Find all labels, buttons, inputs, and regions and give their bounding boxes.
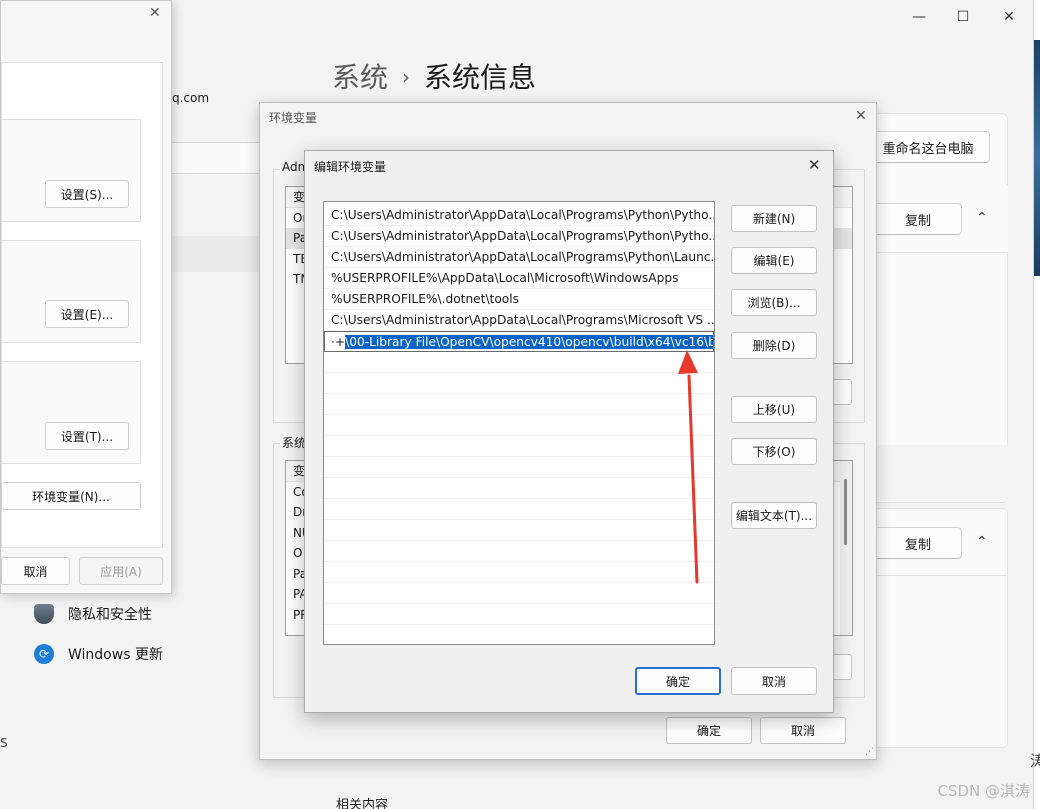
ok-button[interactable]: 确定	[666, 717, 752, 744]
dialog-title: 环境变量	[269, 111, 318, 125]
chevron-up-icon[interactable]: ⌃	[976, 210, 988, 226]
system-properties-dialog: ✕ 设置(S)... 设置(E)... 设置(T)... 环境变量(N)... …	[0, 0, 172, 594]
list-item[interactable]: %USERPROFILE%\AppData\Local\Microsoft\Wi…	[324, 268, 714, 289]
list-item[interactable]	[324, 478, 714, 499]
close-icon[interactable]: ✕	[149, 5, 161, 21]
move-down-button[interactable]: 下移(O)	[731, 438, 817, 465]
account-email: q.com	[172, 91, 210, 105]
path-edit-input[interactable]: ·+\00-Library File\OpenCV\opencv410\open…	[324, 331, 714, 352]
resize-grip-icon[interactable]: ⋰	[865, 747, 874, 757]
list-item[interactable]	[324, 352, 714, 373]
caret-prefix: ·+	[331, 335, 346, 349]
environment-variables-button[interactable]: 环境变量(N)...	[1, 482, 141, 510]
close-icon[interactable]: ✕	[855, 108, 867, 124]
performance-settings-button[interactable]: 设置(S)...	[45, 180, 129, 208]
nav-item-privacy[interactable]: 隐私和安全性	[34, 604, 152, 624]
selected-path-text[interactable]: \00-Library File\OpenCV\opencv410\opencv…	[345, 335, 713, 349]
cancel-button[interactable]: 取消	[1, 557, 70, 585]
ok-button[interactable]: 确定	[635, 667, 721, 695]
chevron-up-icon[interactable]: ⌃	[976, 534, 988, 550]
edge-fragment-left: S	[0, 736, 8, 750]
list-item[interactable]: %USERPROFILE%\.dotnet\tools	[324, 289, 714, 310]
search-box[interactable]	[172, 142, 262, 174]
list-item[interactable]: C:\Users\Administrator\AppData\Local\Pro…	[324, 226, 714, 247]
csdn-watermark: CSDN @淇涛	[937, 782, 1030, 800]
cancel-button[interactable]: 取消	[731, 667, 817, 695]
close-icon[interactable]: ✕	[808, 156, 821, 174]
maximize-button[interactable]: ☐	[940, 1, 986, 33]
new-button[interactable]: 新建(N)	[731, 205, 817, 232]
list-item[interactable]	[324, 562, 714, 583]
move-up-button[interactable]: 上移(U)	[731, 396, 817, 423]
annotation-arrow-icon	[678, 350, 699, 584]
minimize-button[interactable]: —	[896, 1, 942, 33]
browse-button[interactable]: 浏览(B)...	[731, 289, 817, 316]
list-item[interactable]	[324, 499, 714, 520]
nav-item-label: 隐私和安全性	[68, 607, 152, 623]
list-item[interactable]: C:\Users\Administrator\AppData\Local\Pro…	[324, 310, 714, 331]
list-item[interactable]	[324, 520, 714, 541]
list-item[interactable]	[324, 583, 714, 604]
scrollbar-track[interactable]	[840, 461, 852, 635]
scrollbar-thumb[interactable]	[844, 479, 847, 545]
close-button[interactable]: ✕	[986, 1, 1032, 33]
list-item[interactable]: C:\Users\Administrator\AppData\Local\Pro…	[324, 247, 714, 268]
user-profiles-settings-button[interactable]: 设置(E)...	[45, 300, 129, 328]
breadcrumb-parent[interactable]: 系统	[332, 61, 388, 94]
list-item[interactable]	[324, 541, 714, 562]
windows-update-icon: ⟳	[34, 644, 54, 664]
page-title: 系统信息	[424, 61, 537, 94]
nav-item-label: Windows 更新	[68, 647, 163, 663]
list-item[interactable]	[324, 604, 714, 625]
list-item[interactable]	[324, 457, 714, 478]
path-list[interactable]: C:\Users\Administrator\AppData\Local\Pro…	[323, 201, 715, 645]
list-item[interactable]	[324, 394, 714, 415]
edit-button[interactable]: 编辑(E)	[731, 247, 817, 274]
desktop-wallpaper-strip	[1034, 40, 1040, 276]
cancel-button[interactable]: 取消	[760, 717, 846, 744]
startup-recovery-settings-button[interactable]: 设置(T)...	[45, 422, 129, 450]
edit-text-button[interactable]: 编辑文本(T)...	[731, 502, 817, 529]
list-item[interactable]: C:\Users\Administrator\AppData\Local\Pro…	[324, 205, 714, 226]
copy-device-spec-button[interactable]: 复制	[874, 203, 962, 235]
breadcrumb-separator: ›	[402, 65, 411, 89]
copy-windows-spec-button[interactable]: 复制	[874, 527, 962, 559]
edge-fragment-right: 涛	[1030, 752, 1040, 770]
breadcrumb: 系统 › 系统信息	[332, 56, 536, 96]
related-section-heading: 相关内容	[336, 798, 389, 809]
edit-environment-variable-dialog: 编辑环境变量 ✕ C:\Users\Administrator\AppData\…	[304, 150, 834, 713]
apply-button[interactable]: 应用(A)	[79, 557, 163, 585]
rename-pc-button[interactable]: 重命名这台电脑	[866, 131, 990, 163]
nav-item-selected[interactable]	[172, 236, 262, 272]
card-separator	[862, 445, 1008, 501]
shield-icon	[34, 604, 54, 624]
delete-button[interactable]: 删除(D)	[731, 332, 817, 359]
nav-item-windows-update[interactable]: ⟳ Windows 更新	[34, 644, 163, 664]
list-item[interactable]	[324, 436, 714, 457]
list-item[interactable]	[324, 373, 714, 394]
dialog-title: 编辑环境变量	[314, 160, 387, 174]
list-item[interactable]	[324, 415, 714, 436]
